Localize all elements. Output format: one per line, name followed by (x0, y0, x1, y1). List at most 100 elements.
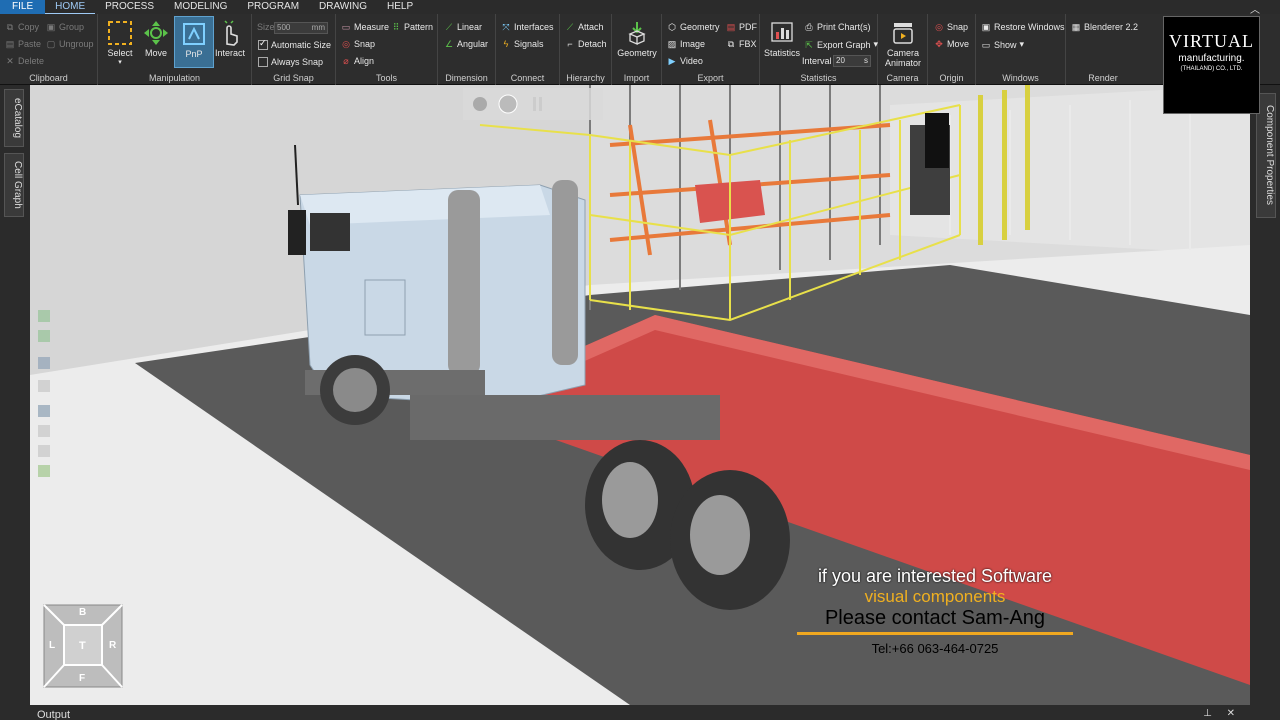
group-label-origin: Origin (939, 73, 964, 83)
attach-button[interactable]: ⟋ Attach (565, 22, 604, 32)
group-hierarchy: ⟋ Attach ⌐ Detach Hierarchy (560, 14, 612, 85)
group-label-dimension: Dimension (445, 73, 488, 83)
tab-cell-graph[interactable]: Cell Graph (4, 153, 24, 217)
tools-snap-button[interactable]: ◎ Snap (341, 39, 375, 49)
interfaces-button[interactable]: ⤧ Interfaces (501, 22, 553, 32)
signal-bolt-icon: ϟ (503, 39, 509, 49)
group-button[interactable]: ▣ Group (46, 22, 84, 32)
overlay-phone: Tel:+66 063-464-0725 (871, 641, 999, 656)
interact-button[interactable]: Interact (210, 16, 250, 58)
delete-button[interactable]: ✕ Delete (5, 56, 44, 66)
close-icon[interactable]: ✕ (1227, 708, 1235, 719)
tab-ecatalog[interactable]: eCatalog (4, 89, 24, 147)
hand-pointer-icon (216, 20, 244, 46)
paste-button[interactable]: ▤ Paste (5, 39, 41, 49)
group-manipulation: Select ▾ Move PnP Interact Manipulation (98, 14, 252, 85)
align-icon: ⌀ (343, 56, 349, 66)
contact-overlay: if you are interested Software visual co… (790, 566, 1080, 656)
select-button[interactable]: Select ▾ (100, 16, 140, 66)
paste-icon: ▤ (5, 39, 15, 49)
fbx-icon: ⧉ (727, 39, 735, 49)
export-graph-button[interactable]: ⇱ Export Graph ▾ (804, 39, 878, 50)
linear-button[interactable]: ⟋ Linear (444, 22, 482, 32)
statistics-button[interactable]: Statistics (762, 16, 802, 58)
ungroup-icon: ▢ (46, 39, 56, 49)
import-geometry-button[interactable]: Geometry (617, 16, 657, 58)
company-logo: VIRTUAL manufacturing. (THAILAND) CO., L… (1163, 16, 1260, 114)
group-label-connect: Connect (510, 73, 545, 83)
measure-button[interactable]: ▭ Measure (341, 22, 389, 32)
group-label-windows: Windows (1002, 73, 1039, 83)
interval-label: Interval (802, 56, 832, 66)
origin-move-button[interactable]: ✥ Move (934, 39, 969, 49)
group-label-camera: Camera (886, 73, 919, 83)
restore-windows-button[interactable]: ▣ Restore Windows (981, 22, 1065, 32)
align-button[interactable]: ⌀ Align (341, 56, 374, 66)
nav-cube-back[interactable]: B (79, 607, 86, 618)
overlay-divider (797, 632, 1073, 635)
export-image-button[interactable]: ▨ Image (667, 39, 705, 49)
menu-file[interactable]: FILE (0, 0, 46, 14)
interval-input[interactable]: 20 s (833, 55, 871, 67)
window-icon: ▭ (981, 39, 991, 50)
group-tools: ▭ Measure ⠿ Pattern ◎ Snap ⌀ Align Tools (336, 14, 438, 85)
left-side-panel: eCatalog Cell Graph (0, 85, 30, 705)
export-video-button[interactable]: ▶ Video (667, 56, 703, 66)
grid-size-input[interactable]: 500 mm (274, 22, 328, 34)
ruler-icon: ▭ (341, 22, 351, 32)
menu-help[interactable]: HELP (377, 0, 423, 14)
copy-button[interactable]: ⧉ Copy (5, 22, 39, 32)
view-navigation-cube[interactable]: B L T R F (42, 603, 124, 689)
detach-button[interactable]: ⌐ Detach (565, 39, 606, 49)
always-snap-checkbox[interactable]: Always Snap (258, 57, 323, 67)
menu-modeling[interactable]: MODELING (164, 0, 237, 14)
print-icon: ⎙ (805, 22, 813, 32)
nav-cube-front[interactable]: F (79, 673, 85, 684)
geometry-icon: ⬡ (668, 22, 676, 32)
image-icon: ▨ (667, 39, 677, 49)
origin-move-icon: ✥ (935, 39, 943, 49)
menu-home[interactable]: HOME (45, 0, 96, 14)
output-title: Output (37, 709, 71, 720)
origin-snap-icon: ◎ (935, 22, 943, 32)
group-clipboard: ⧉ Copy ▤ Paste ✕ Delete ▣ Group ▢ Ungroup Cli… (0, 14, 98, 85)
pin-icon[interactable]: ⊥ (1203, 708, 1212, 719)
ribbon: ⧉ Copy ▤ Paste ✕ Delete ▣ Group ▢ Ungroup Cli… (0, 14, 1280, 85)
group-dimension: ⟋ Linear ∠ Angular Dimension (438, 14, 496, 85)
video-icon: ▶ (668, 56, 676, 66)
group-windows: ▣ Restore Windows ▭ Show ▾ Windows (976, 14, 1066, 85)
group-import: Geometry Import (612, 14, 662, 85)
export-pdf-button[interactable]: ▤ PDF (726, 22, 757, 32)
overlay-line-1: if you are interested Software (817, 566, 1053, 586)
move-icon (142, 20, 170, 46)
angular-dimension-icon: ∠ (444, 39, 454, 49)
show-dropdown[interactable]: ▭ Show ▾ (981, 39, 1024, 50)
nav-cube-top[interactable]: T (79, 640, 86, 652)
copy-icon: ⧉ (6, 22, 14, 32)
export-fbx-button[interactable]: ⧉ FBX (726, 39, 757, 49)
nav-cube-left[interactable]: L (49, 640, 55, 651)
group-origin: ◎ Snap ✥ Move Origin (928, 14, 976, 85)
menu-drawing[interactable]: DRAWING (309, 0, 377, 14)
export-geometry-button[interactable]: ⬡ Geometry (667, 22, 719, 32)
rewind-icon (498, 94, 518, 114)
angular-button[interactable]: ∠ Angular (444, 39, 488, 49)
bar-chart-icon (768, 20, 796, 46)
pnp-button[interactable]: PnP (174, 16, 214, 68)
group-statistics: Statistics ⎙ Print Chart(s) ⇱ Export Graph… (760, 14, 878, 85)
restore-windows-icon: ▣ (981, 22, 991, 32)
interfaces-icon: ⤧ (502, 22, 510, 32)
origin-snap-button[interactable]: ◎ Snap (934, 22, 968, 32)
print-charts-button[interactable]: ⎙ Print Chart(s) (804, 22, 870, 32)
pattern-button[interactable]: ⠿ Pattern (391, 22, 433, 32)
camera-animator-button[interactable]: Camera Animator (883, 16, 923, 68)
menu-process[interactable]: PROCESS (95, 0, 164, 14)
linear-dimension-icon: ⟋ (445, 22, 453, 32)
nav-cube-right[interactable]: R (109, 640, 116, 651)
signals-button[interactable]: ϟ Signals (501, 39, 544, 49)
blenderer-button[interactable]: ▦ Blenderer 2.2 (1071, 22, 1138, 32)
menu-program[interactable]: PROGRAM (237, 0, 309, 14)
move-button[interactable]: Move (136, 16, 176, 58)
automatic-size-checkbox[interactable]: Automatic Size (258, 38, 331, 50)
ungroup-button[interactable]: ▢ Ungroup (46, 39, 94, 49)
